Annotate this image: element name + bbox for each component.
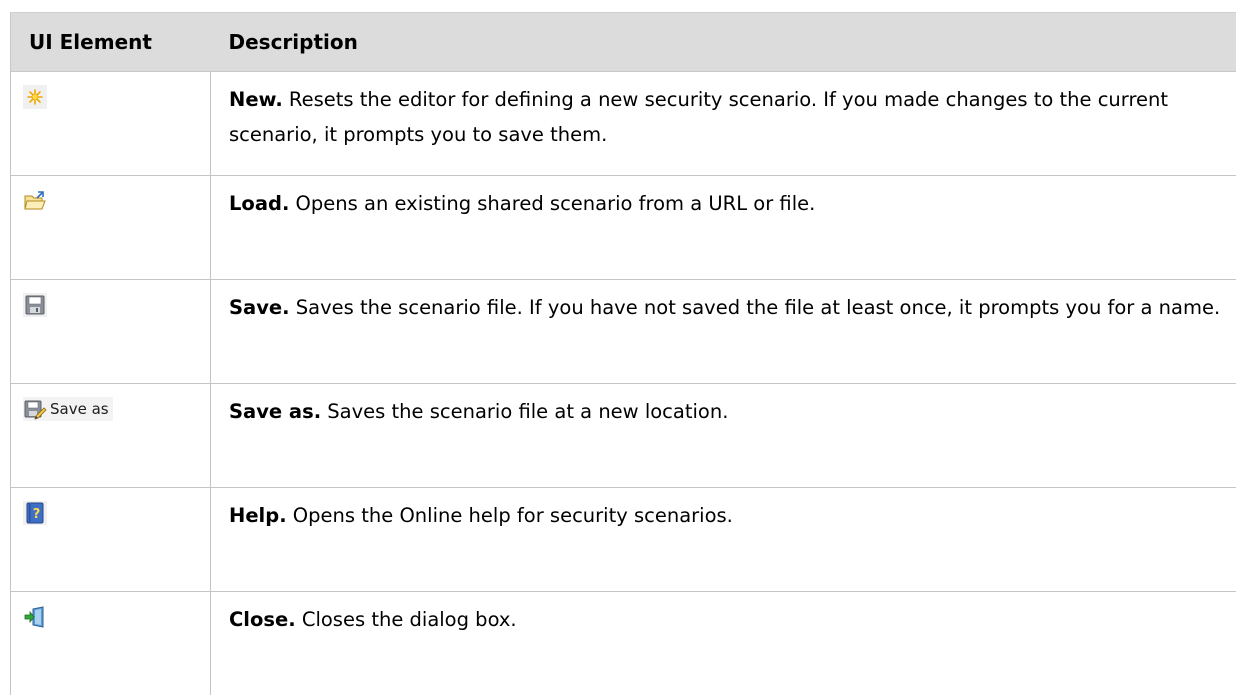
element-description: Closes the dialog box. xyxy=(296,608,517,631)
table-row: Save as Save as. Saves the scenario file… xyxy=(11,384,1236,488)
element-description: Resets the editor for defining a new sec… xyxy=(229,88,1168,146)
ui-elements-table: UI Element Description xyxy=(10,12,1236,695)
save-as-icon-label: Save as xyxy=(50,392,109,427)
icon-cell xyxy=(11,72,211,176)
description-cell: Help. Opens the Online help for security… xyxy=(211,488,1236,592)
description-cell: New. Resets the editor for defining a ne… xyxy=(211,72,1236,176)
description-cell: Load. Opens an existing shared scenario … xyxy=(211,176,1236,280)
table-header-row: UI Element Description xyxy=(11,13,1236,72)
header-ui-element: UI Element xyxy=(11,13,211,72)
table-row: Load. Opens an existing shared scenario … xyxy=(11,176,1236,280)
icon-cell: Save as xyxy=(11,384,211,488)
save-as-icon xyxy=(23,397,47,421)
description-cell: Save as. Saves the scenario file at a ne… xyxy=(211,384,1236,488)
svg-text:?: ? xyxy=(33,507,41,522)
element-description: Saves the scenario file. If you have not… xyxy=(290,296,1221,319)
element-name: New. xyxy=(229,88,283,111)
icon-cell xyxy=(11,176,211,280)
table-row: Close. Closes the dialog box. xyxy=(11,592,1236,695)
element-name: Load. xyxy=(229,192,289,215)
description-cell: Save. Saves the scenario file. If you ha… xyxy=(211,280,1236,384)
help-book-icon: ? xyxy=(23,501,47,525)
element-description: Opens an existing shared scenario from a… xyxy=(289,192,815,215)
element-description: Opens the Online help for security scena… xyxy=(287,504,733,527)
element-name: Help. xyxy=(229,504,287,527)
load-folder-icon xyxy=(23,189,47,213)
table-row: New. Resets the editor for defining a ne… xyxy=(11,72,1236,176)
save-as-button-image: Save as xyxy=(23,397,113,421)
icon-cell xyxy=(11,280,211,384)
new-icon xyxy=(23,85,47,109)
save-floppy-icon xyxy=(23,293,47,317)
table-row: Save. Saves the scenario file. If you ha… xyxy=(11,280,1236,384)
icon-cell: ? xyxy=(11,488,211,592)
element-name: Save. xyxy=(229,296,290,319)
table-row: ? Help. Opens the Online help for securi… xyxy=(11,488,1236,592)
icon-cell xyxy=(11,592,211,695)
element-description: Saves the scenario file at a new locatio… xyxy=(321,400,728,423)
element-name: Close. xyxy=(229,608,296,631)
description-cell: Close. Closes the dialog box. xyxy=(211,592,1236,695)
element-name: Save as. xyxy=(229,400,321,423)
header-description: Description xyxy=(211,13,1236,72)
